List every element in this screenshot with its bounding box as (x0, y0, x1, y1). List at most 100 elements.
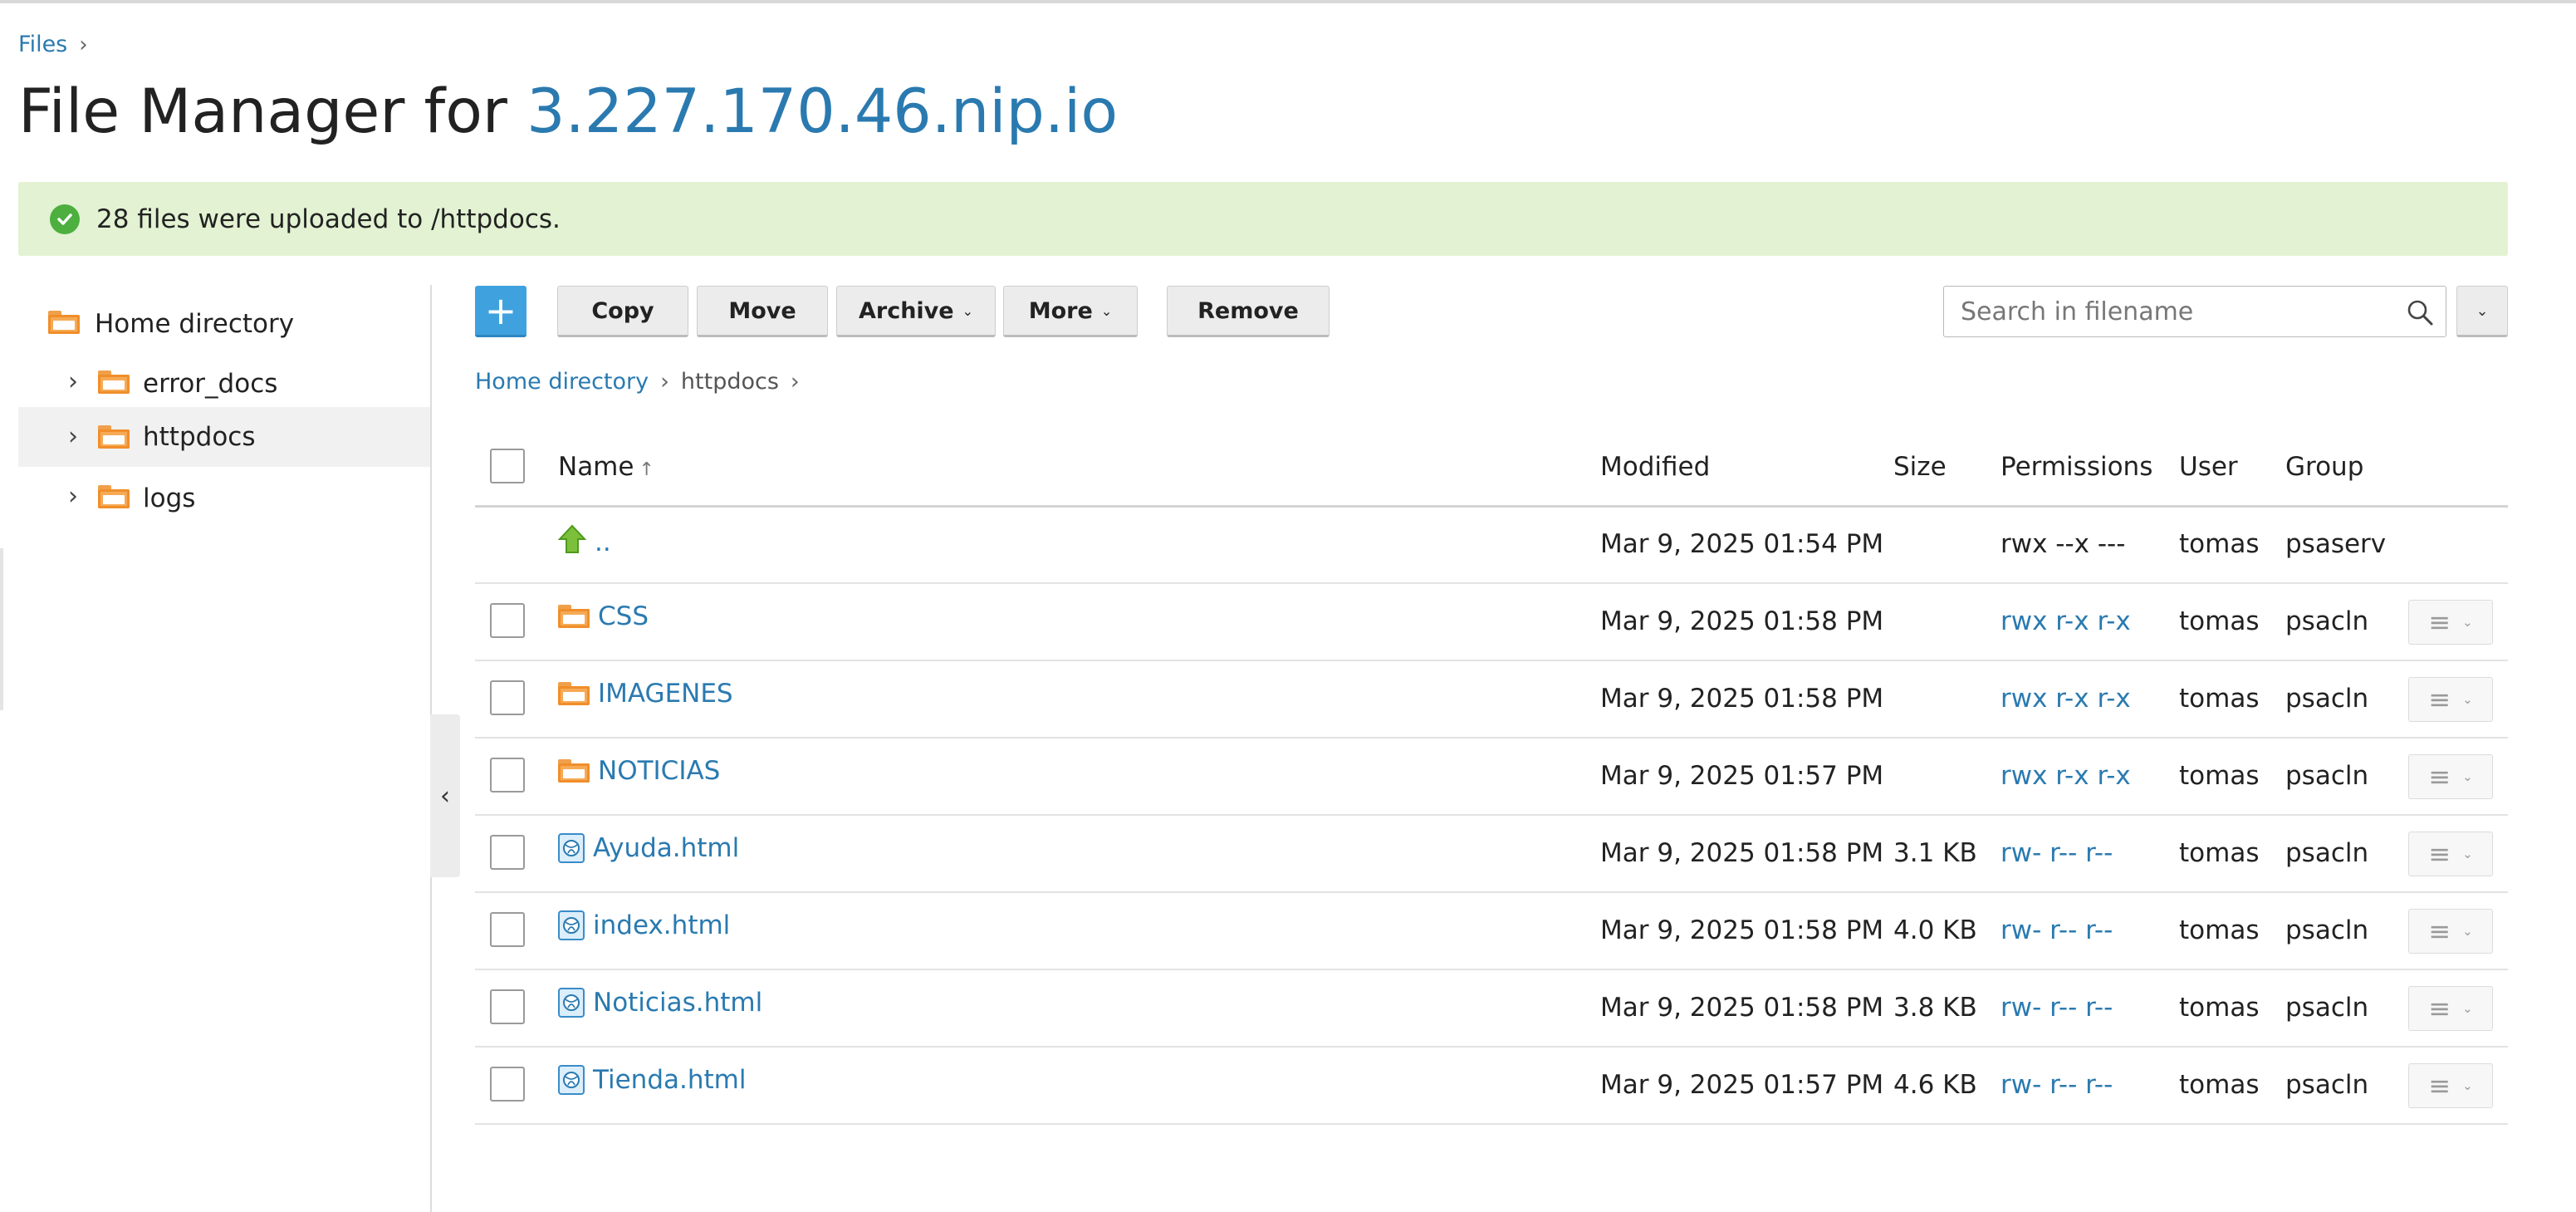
row-name-link[interactable]: NOTICIAS (558, 756, 720, 786)
row-name-link[interactable]: Noticias.html (558, 988, 762, 1018)
column-size-header[interactable]: Size (1893, 452, 1947, 482)
row-group: psaserv (2285, 529, 2387, 559)
row-checkbox[interactable] (490, 989, 525, 1024)
path-home-link[interactable]: Home directory (475, 369, 649, 395)
more-button[interactable]: More ⌄ (1003, 286, 1138, 337)
row-name: index.html (593, 910, 731, 940)
row-modified: Mar 9, 2025 01:57 PM (1600, 1070, 1884, 1100)
row-actions-button[interactable]: ≡ ⌄ (2408, 986, 2493, 1031)
chevron-down-icon: ⌄ (2462, 692, 2473, 707)
chevron-down-icon: ⌄ (1100, 302, 1113, 319)
select-all-checkbox[interactable] (490, 449, 525, 483)
table-row-parent: .. Mar 9, 2025 01:54 PM rwx --x --- toma… (475, 506, 2508, 584)
tree-item-label: logs (143, 483, 196, 513)
tree-item-error-docs[interactable]: › error_docs (18, 352, 430, 412)
breadcrumb: Files › (18, 32, 88, 57)
chevron-right-icon[interactable]: › (68, 367, 78, 396)
row-user: tomas (2179, 761, 2260, 791)
row-name-link[interactable]: Tienda.html (558, 1065, 746, 1095)
row-permissions-link[interactable]: rw- r-- r-- (2001, 838, 2113, 868)
up-arrow-icon (557, 524, 587, 561)
chevron-right-icon[interactable]: › (68, 422, 78, 451)
sort-asc-icon: ↑ (639, 459, 654, 480)
row-group: psacln (2285, 761, 2369, 791)
row-user: tomas (2179, 1070, 2260, 1100)
row-checkbox[interactable] (490, 912, 525, 947)
row-checkbox[interactable] (490, 603, 525, 638)
row-name-link[interactable]: IMAGENES (558, 679, 733, 709)
archive-button-label: Archive (858, 297, 954, 324)
row-actions-button[interactable]: ≡ ⌄ (2408, 909, 2493, 954)
tree-item-home-directory[interactable]: Home directory (18, 292, 430, 352)
row-name: Noticias.html (593, 988, 763, 1018)
row-actions-button[interactable]: ≡ ⌄ (2408, 754, 2493, 799)
row-name-link[interactable]: index.html (558, 910, 730, 940)
menu-icon: ≡ (2428, 993, 2451, 1024)
row-permissions-link[interactable]: rw- r-- r-- (2001, 915, 2113, 945)
row-size: 3.8 KB (1893, 993, 1977, 1023)
tree-item-httpdocs[interactable]: › httpdocs (18, 407, 430, 467)
search-icon[interactable] (2406, 298, 2434, 330)
search-options-button[interactable]: ⌄ (2456, 286, 2508, 337)
row-size: 4.6 KB (1893, 1070, 1977, 1100)
page-title-host-link[interactable]: 3.227.170.46.nip.io (526, 76, 1118, 147)
column-group-header[interactable]: Group (2285, 452, 2363, 482)
row-actions-button[interactable]: ≡ ⌄ (2408, 600, 2493, 645)
row-permissions-link[interactable]: rw- r-- r-- (2001, 993, 2113, 1023)
success-alert: 28 files were uploaded to /httpdocs. (18, 182, 2508, 256)
remove-button-label: Remove (1197, 297, 1299, 324)
row-name-link[interactable]: Ayuda.html (558, 833, 739, 863)
folder-icon (558, 605, 590, 628)
row-size: 3.1 KB (1893, 838, 1977, 868)
tree-item-logs[interactable]: › logs (18, 467, 430, 527)
chevron-down-icon: ⌄ (2462, 769, 2473, 784)
row-user: tomas (2179, 993, 2260, 1023)
search-input[interactable] (1959, 296, 2394, 327)
table-row: Tienda.html Mar 9, 2025 01:57 PM 4.6 KB … (475, 1047, 2508, 1125)
row-modified: Mar 9, 2025 01:58 PM (1600, 838, 1884, 868)
table-row: IMAGENES Mar 9, 2025 01:58 PM rwx r-x r-… (475, 660, 2508, 738)
archive-button[interactable]: Archive ⌄ (836, 286, 996, 337)
chevron-right-icon[interactable]: › (68, 482, 78, 511)
row-permissions-link[interactable]: rwx r-x r-x (2001, 684, 2131, 714)
table-row: Noticias.html Mar 9, 2025 01:58 PM 3.8 K… (475, 969, 2508, 1048)
row-name: Ayuda.html (593, 833, 740, 863)
breadcrumb-files-link[interactable]: Files (18, 32, 67, 57)
row-user: tomas (2179, 838, 2260, 868)
parent-link[interactable]: .. (557, 524, 611, 561)
row-actions-button[interactable]: ≡ ⌄ (2408, 677, 2493, 722)
column-permissions-header[interactable]: Permissions (2001, 452, 2152, 482)
chevron-down-icon: ⌄ (2462, 1078, 2473, 1093)
row-checkbox[interactable] (490, 680, 525, 715)
column-name-header[interactable]: Name ↑ (558, 452, 654, 482)
column-user-header[interactable]: User (2179, 452, 2238, 482)
chevron-down-icon: ⌄ (962, 302, 973, 319)
column-modified-header[interactable]: Modified (1600, 452, 1710, 482)
menu-icon: ≡ (2428, 761, 2451, 792)
row-permissions-link[interactable]: rw- r-- r-- (2001, 1070, 2113, 1100)
row-actions-button[interactable]: ≡ ⌄ (2408, 1063, 2493, 1108)
row-checkbox[interactable] (490, 1067, 525, 1102)
table-row: Ayuda.html Mar 9, 2025 01:58 PM 3.1 KB r… (475, 815, 2508, 893)
chevron-down-icon: ⌄ (2462, 924, 2473, 939)
row-checkbox[interactable] (490, 758, 525, 792)
row-permissions-link[interactable]: rwx r-x r-x (2001, 606, 2131, 636)
remove-button[interactable]: Remove (1167, 286, 1330, 337)
chevron-right-icon: › (790, 369, 800, 395)
collapse-sidebar-button[interactable]: ‹ (430, 714, 460, 877)
row-name-link[interactable]: CSS (558, 601, 649, 631)
check-circle-icon (50, 204, 80, 234)
table-row: index.html Mar 9, 2025 01:58 PM 4.0 KB r… (475, 892, 2508, 970)
row-checkbox[interactable] (490, 835, 525, 870)
folder-icon (98, 425, 130, 449)
html-file-icon (558, 988, 585, 1018)
html-file-icon (558, 910, 585, 940)
column-name-label: Name (558, 452, 634, 482)
folder-icon (98, 485, 130, 508)
add-button[interactable]: + (475, 286, 526, 337)
chevron-down-icon: ⌄ (2476, 302, 2489, 320)
row-permissions-link[interactable]: rwx r-x r-x (2001, 761, 2131, 791)
move-button[interactable]: Move (697, 286, 828, 337)
copy-button[interactable]: Copy (557, 286, 688, 337)
row-actions-button[interactable]: ≡ ⌄ (2408, 832, 2493, 876)
